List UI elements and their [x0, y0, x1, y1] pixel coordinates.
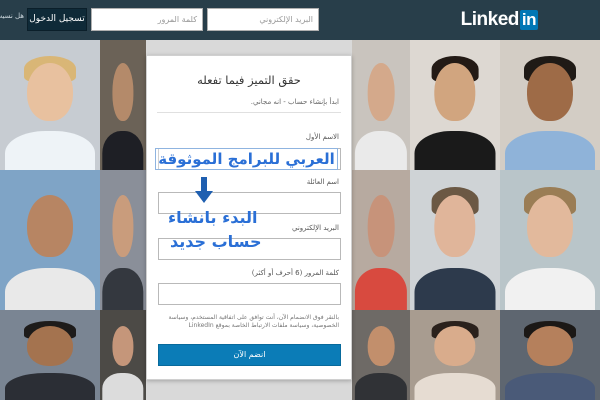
background-photo: [352, 170, 410, 310]
background-photo: [0, 170, 100, 310]
background-photo: [410, 40, 500, 170]
last-name-label: اسم العائلة: [306, 178, 339, 186]
background-photo: [352, 310, 410, 400]
background-photo: [352, 40, 410, 170]
background-photo: [500, 170, 600, 310]
top-navigation-bar: Linked in البريد الإلكتروني كلمة المرور ت…: [0, 0, 600, 40]
first-name-label: الاسم الأول: [305, 133, 339, 141]
background-photo: [100, 310, 146, 400]
background-photo: [0, 40, 100, 170]
email-label: البريد الإلكتروني: [292, 224, 339, 232]
background-photo: [500, 310, 600, 400]
logo-text: Linked: [460, 9, 520, 30]
background-photo: [410, 170, 500, 310]
card-divider: [157, 112, 341, 113]
join-now-button[interactable]: انضم الآن: [158, 344, 341, 366]
header-email-input[interactable]: البريد الإلكتروني: [207, 8, 319, 31]
header-password-input[interactable]: كلمة المرور: [91, 8, 203, 31]
password-label: كلمة المرور (6 أحرف أو أكثر): [251, 269, 339, 277]
logo-badge: in: [519, 10, 538, 30]
background-photo: [100, 40, 146, 170]
password-field[interactable]: [158, 283, 341, 305]
background-photo: [500, 40, 600, 170]
arrow-down-icon: [195, 177, 213, 203]
background-photo: [100, 170, 146, 310]
annotation-line-one: البدء بانشاء: [168, 208, 258, 227]
terms-text: بالنقر فوق الانضمام الآن، أنت توافق على …: [168, 314, 339, 329]
card-subtitle: ابدأ بإنشاء حساب - انه مجاني.: [250, 98, 339, 106]
background-photo: [410, 310, 500, 400]
card-title: حقق التميز فيما تفعله: [197, 73, 301, 87]
forgot-password-link[interactable]: هل نسيت: [0, 12, 24, 20]
annotation-line-two: حساب جديد: [170, 232, 262, 251]
background-photo: [0, 310, 100, 400]
annotation-brand-label: العربي للبرامج الموثوقة: [155, 148, 338, 170]
linkedin-logo[interactable]: Linked in: [461, 9, 538, 31]
login-button[interactable]: تسجيل الدخول: [27, 8, 87, 31]
